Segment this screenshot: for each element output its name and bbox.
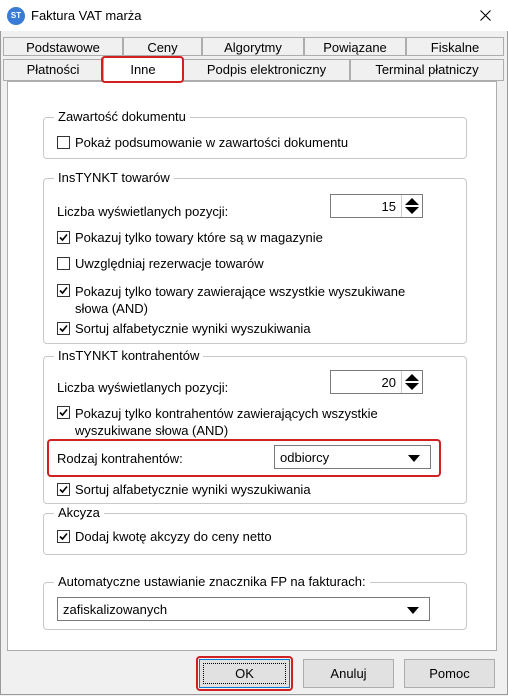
checkbox-box[interactable] [57, 406, 70, 419]
close-icon [479, 10, 491, 21]
spinner-arrows[interactable] [401, 371, 422, 393]
label-line-2: wyszukiwane słowa (AND) [75, 423, 229, 438]
checkbox-box[interactable] [57, 136, 70, 149]
tab-fiskalne[interactable]: Fiskalne [406, 37, 504, 56]
checkmark-icon [59, 286, 68, 295]
checkmark-icon [59, 532, 68, 541]
contractor-type-select[interactable]: odbiorcy [274, 445, 431, 469]
sort-kontrahenci-checkbox[interactable]: Sortuj alfabetycznie wyniki wyszukiwania [57, 482, 311, 497]
close-button[interactable] [462, 0, 508, 31]
arrow-up-icon[interactable] [405, 198, 419, 205]
help-button-label: Pomoc [429, 666, 470, 681]
tab-algorytmy[interactable]: Algorytmy [202, 37, 304, 56]
all-words-towary-checkbox[interactable]: Pokazuj tylko towary zawierające wszystk… [57, 283, 405, 317]
group-legend: Zawartość dokumentu [54, 109, 190, 124]
checkbox-label: Pokaż podsumowanie w zawartości dokument… [75, 135, 349, 150]
group-legend: InsTYNKT towarów [54, 170, 174, 185]
group-fp-marker: Automatyczne ustawianie znacznika FP na … [43, 574, 467, 630]
chevron-down-icon[interactable] [408, 455, 420, 462]
group-legend: InsTYNKT kontrahentów [54, 348, 204, 363]
app-logo-icon: ST [7, 7, 25, 25]
show-summary-checkbox[interactable]: Pokaż podsumowanie w zawartości dokument… [57, 135, 348, 150]
tab-podpis-elektroniczny[interactable]: Podpis elektroniczny [183, 59, 350, 81]
arrow-down-icon[interactable] [405, 207, 419, 214]
tab-powiazane[interactable]: Powiązane [304, 37, 406, 56]
select-value: zafiskalizowanych [63, 602, 168, 617]
count-spinner[interactable]: 20 [330, 370, 423, 394]
tab-ceny[interactable]: Ceny [123, 37, 202, 56]
checkbox-box[interactable] [57, 284, 70, 297]
checkbox-box[interactable] [57, 322, 70, 335]
reservations-checkbox[interactable]: Uwzględniaj rezerwacje towarów [57, 256, 264, 271]
title-bar: ST Faktura VAT marża [0, 0, 508, 31]
tab-podstawowe[interactable]: Podstawowe [3, 37, 123, 56]
label-line-1: Pokazuj tylko kontrahentów zawierających… [75, 406, 378, 421]
all-words-kontrahenci-checkbox[interactable]: Pokazuj tylko kontrahentów zawierających… [57, 405, 378, 439]
spinner-arrows[interactable] [401, 195, 422, 217]
checkmark-icon [59, 233, 68, 242]
checkbox-box[interactable] [57, 483, 70, 496]
contractor-type-label: Rodzaj kontrahentów: [57, 451, 183, 466]
count-spinner[interactable]: 15 [330, 194, 423, 218]
tab-page-inne: Zawartość dokumentu Pokaż podsumowanie w… [7, 81, 497, 651]
checkmark-icon [59, 324, 68, 333]
chevron-down-icon[interactable] [407, 607, 419, 614]
label-line-1: Pokazuj tylko towary zawierające wszystk… [75, 284, 406, 299]
group-legend: Automatyczne ustawianie znacznika FP na … [54, 574, 370, 589]
help-button[interactable]: Pomoc [404, 659, 495, 688]
cancel-button[interactable]: Anuluj [303, 659, 394, 688]
checkbox-label: Sortuj alfabetycznie wyniki wyszukiwania [75, 321, 311, 336]
checkbox-label: Pokazuj tylko towary które są w magazyni… [75, 230, 323, 245]
checkbox-label: Pokazuj tylko kontrahentów zawierających… [75, 405, 378, 439]
checkbox-label: Uwzględniaj rezerwacje towarów [75, 256, 264, 271]
label-line-2: słowa (AND) [75, 301, 148, 316]
checkbox-label: Sortuj alfabetycznie wyniki wyszukiwania [75, 482, 311, 497]
spinner-value: 15 [381, 199, 396, 214]
tab-platnosci[interactable]: Płatności [3, 59, 103, 81]
cancel-button-label: Anuluj [330, 666, 367, 681]
group-instynkt-towarow: InsTYNKT towarów Liczba wyświetlanych po… [43, 170, 467, 344]
only-in-stock-checkbox[interactable]: Pokazuj tylko towary które są w magazyni… [57, 230, 323, 245]
count-label: Liczba wyświetlanych pozycji: [57, 380, 229, 395]
arrow-up-icon[interactable] [405, 374, 419, 381]
arrow-down-icon[interactable] [405, 383, 419, 390]
checkbox-box[interactable] [57, 231, 70, 244]
tab-inne[interactable]: Inne [103, 57, 183, 82]
checkmark-icon [59, 408, 68, 417]
ok-button-label: OK [235, 666, 254, 681]
fp-marker-select[interactable]: zafiskalizowanych [57, 597, 430, 621]
group-akcyza: Akcyza Dodaj kwotę akcyzy do ceny netto [43, 505, 467, 555]
select-value: odbiorcy [280, 450, 330, 465]
group-zawartosc-dokumentu: Zawartość dokumentu Pokaż podsumowanie w… [43, 109, 467, 159]
group-legend: Akcyza [54, 505, 104, 520]
checkbox-label: Pokazuj tylko towary zawierające wszystk… [75, 283, 405, 317]
checkbox-box[interactable] [57, 530, 70, 543]
ok-button[interactable]: OK [199, 659, 290, 688]
add-excise-checkbox[interactable]: Dodaj kwotę akcyzy do ceny netto [57, 529, 272, 544]
tab-terminal-platniczy[interactable]: Terminal płatniczy [350, 59, 504, 81]
checkbox-box[interactable] [57, 257, 70, 270]
checkmark-icon [59, 485, 68, 494]
sort-towary-checkbox[interactable]: Sortuj alfabetycznie wyniki wyszukiwania [57, 321, 311, 336]
spinner-value: 20 [381, 375, 396, 390]
group-instynkt-kontrahentow: InsTYNKT kontrahentów Liczba wyświetlany… [43, 348, 467, 504]
window-title: Faktura VAT marża [31, 8, 142, 23]
count-label: Liczba wyświetlanych pozycji: [57, 204, 229, 219]
checkbox-label: Dodaj kwotę akcyzy do ceny netto [75, 529, 272, 544]
